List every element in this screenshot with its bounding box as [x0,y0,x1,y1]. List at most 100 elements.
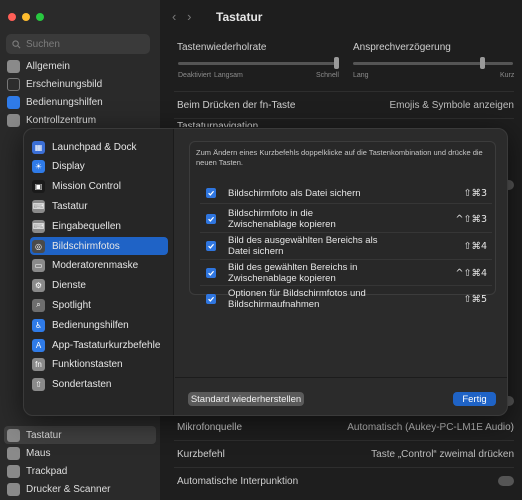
shortcut-keys[interactable]: ^⇧⌘4 [456,268,487,279]
sidebar-item-label: Bedienungshilfen [26,96,103,108]
divider [174,91,514,92]
checkbox[interactable] [206,268,216,278]
category-label: Display [52,161,85,173]
key-repeat-slider[interactable] [178,62,338,65]
category-item[interactable]: ⚙ Dienste [30,277,168,295]
zoom-window-button[interactable] [36,13,44,21]
sidebar-item-mouse[interactable]: Maus [4,444,156,462]
divider [174,440,514,441]
repeat-delay-knob[interactable] [480,57,485,69]
accessibility-icon: ♿ [32,318,45,332]
repeat-delay-label: Ansprechverzögerung [353,42,451,53]
checkmark-icon [208,243,215,249]
dictation-shortcut-popup[interactable]: Taste „Control“ zweimal drücken [371,449,514,460]
fn-key-label: Beim Drücken der fn-Taste [177,100,296,111]
sidebar-item-keyboard[interactable]: Tastatur [4,426,156,444]
sidebar-item-label: Maus [26,447,51,459]
category-label: Bedienungshilfen [52,319,129,331]
nav-back-forward[interactable]: ‹ › [172,9,192,24]
presenter-overlay-icon: ▭ [32,259,45,273]
category-item[interactable]: ▣ Mission Control [30,178,168,196]
sidebar-item-label: Erscheinungsbild [26,78,103,90]
category-label: Funktionstasten [52,359,123,371]
sidebar-item-label: Allgemein [26,60,70,72]
done-button[interactable]: Fertig [453,392,496,406]
sidebar-item-label: Tastatur [26,429,62,441]
keyboard-icon [7,428,20,442]
shortcut-keys[interactable]: ^⇧⌘3 [456,214,487,225]
sidebar-item-label: Trackpad [26,465,68,477]
sidebar-item-appearance[interactable]: Erscheinungsbild [4,75,156,93]
checkmark-icon [208,270,215,276]
checkbox[interactable] [206,188,216,198]
sidebar-item-printers[interactable]: Drucker & Scanner [4,480,156,498]
sidebar-item-general[interactable]: Allgemein [4,57,156,75]
close-window-button[interactable] [8,13,16,21]
gear-icon: ⚙ [32,279,45,293]
shortcut-row[interactable]: Optionen für Bildschirmfotos und Bildsch… [190,288,495,310]
shortcut-row[interactable]: Bildschirmfoto als Datei sichern ⇧⌘3 [190,186,495,200]
sidebar-item-trackpad[interactable]: Trackpad [4,462,156,480]
category-item[interactable]: ◎ Bildschirmfotos [30,237,168,255]
category-label: Dienste [52,280,86,292]
shortcut-row[interactable]: Bild des ausgewählten Bereichs als Datei… [190,235,495,257]
category-label: Spotlight [52,299,91,311]
shortcut-row[interactable]: Bild des gewählten Bereichs in Zwischena… [190,262,495,284]
shortcut-keys[interactable]: ⇧⌘3 [463,188,487,199]
category-item[interactable]: ▭ Moderatorenmaske [30,257,168,275]
divider [174,467,514,468]
category-item[interactable]: ⇧ Sondertasten [30,376,168,394]
row-divider [200,259,492,260]
category-item[interactable]: ▦ Launchpad & Dock [30,138,168,156]
fn-icon: fn [32,358,45,372]
fn-key-popup[interactable]: Emojis & Symbole anzeigen [389,100,514,111]
checkbox[interactable] [206,294,216,304]
category-item[interactable]: ♿ Bedienungshilfen [30,316,168,334]
keyboard-navigation-label: Tastaturnavigation [177,121,259,127]
restore-defaults-button[interactable]: Standard wiederherstellen [188,392,304,406]
keyboard-icon: ⌨ [32,199,45,213]
footer-divider [175,377,507,378]
spotlight-icon: ⌕ [32,298,45,312]
auto-punctuation-toggle[interactable] [498,476,514,486]
minimize-window-button[interactable] [22,13,30,21]
category-item[interactable]: fn Funktionstasten [30,356,168,374]
sidebar-item-label: Kontrollzentrum [26,114,97,126]
shortcut-label: Bildschirmfoto als Datei sichern [228,187,361,199]
search-placeholder: Suchen [26,38,60,50]
shortcut-row[interactable]: Bildschirmfoto in die Zwischenablage kop… [190,208,495,230]
key-repeat-knob[interactable] [334,57,339,69]
category-item[interactable]: A App-Tastaturkurzbefehle [30,336,168,354]
category-label: Mission Control [52,181,121,193]
gear-icon [7,59,20,73]
shortcut-keys[interactable]: ⇧⌘5 [463,294,487,305]
sidebar-item-accessibility[interactable]: Bedienungshilfen [4,93,156,111]
mic-source-popup[interactable]: Automatisch (Aukey-PC-LM1E Audio) [347,422,514,433]
category-item[interactable]: ⌨ Eingabequellen [30,217,168,235]
shortcut-keys[interactable]: ⇧⌘4 [463,241,487,252]
category-label: Sondertasten [52,379,112,391]
category-label: Moderatorenmaske [52,260,139,272]
delay-short-label: Kurz [500,72,515,79]
category-label: Eingabequellen [52,220,121,232]
category-item[interactable]: ⌕ Spotlight [30,296,168,314]
repeat-delay-slider[interactable] [353,62,513,65]
shortcut-label: Bildschirmfoto in die Zwischenablage kop… [228,208,336,230]
checkbox[interactable] [206,241,216,251]
printer-icon [7,482,20,496]
control-center-icon [7,113,20,127]
category-label: Tastatur [52,200,88,212]
sidebar-item-control-center[interactable]: Kontrollzentrum [4,111,156,129]
category-item[interactable]: ⌨ Tastatur [30,197,168,215]
search-field[interactable]: Suchen [6,34,150,54]
checkbox[interactable] [206,214,216,224]
modifier-keys-icon: ⇧ [32,378,45,392]
category-item[interactable]: ☀ Display [30,158,168,176]
shortcut-label: Bild des ausgewählten Bereichs als Datei… [228,235,378,257]
page-title: Tastatur [216,10,263,24]
checkmark-icon [208,190,215,196]
keyboard-shortcuts-sheet: ▦ Launchpad & Dock ☀ Display ▣ Mission Contro… [23,128,508,416]
input-sources-icon: ⌨ [32,219,45,233]
category-label: Bildschirmfotos [52,240,120,252]
shortcut-label: Optionen für Bildschirmfotos und Bildsch… [228,288,366,310]
